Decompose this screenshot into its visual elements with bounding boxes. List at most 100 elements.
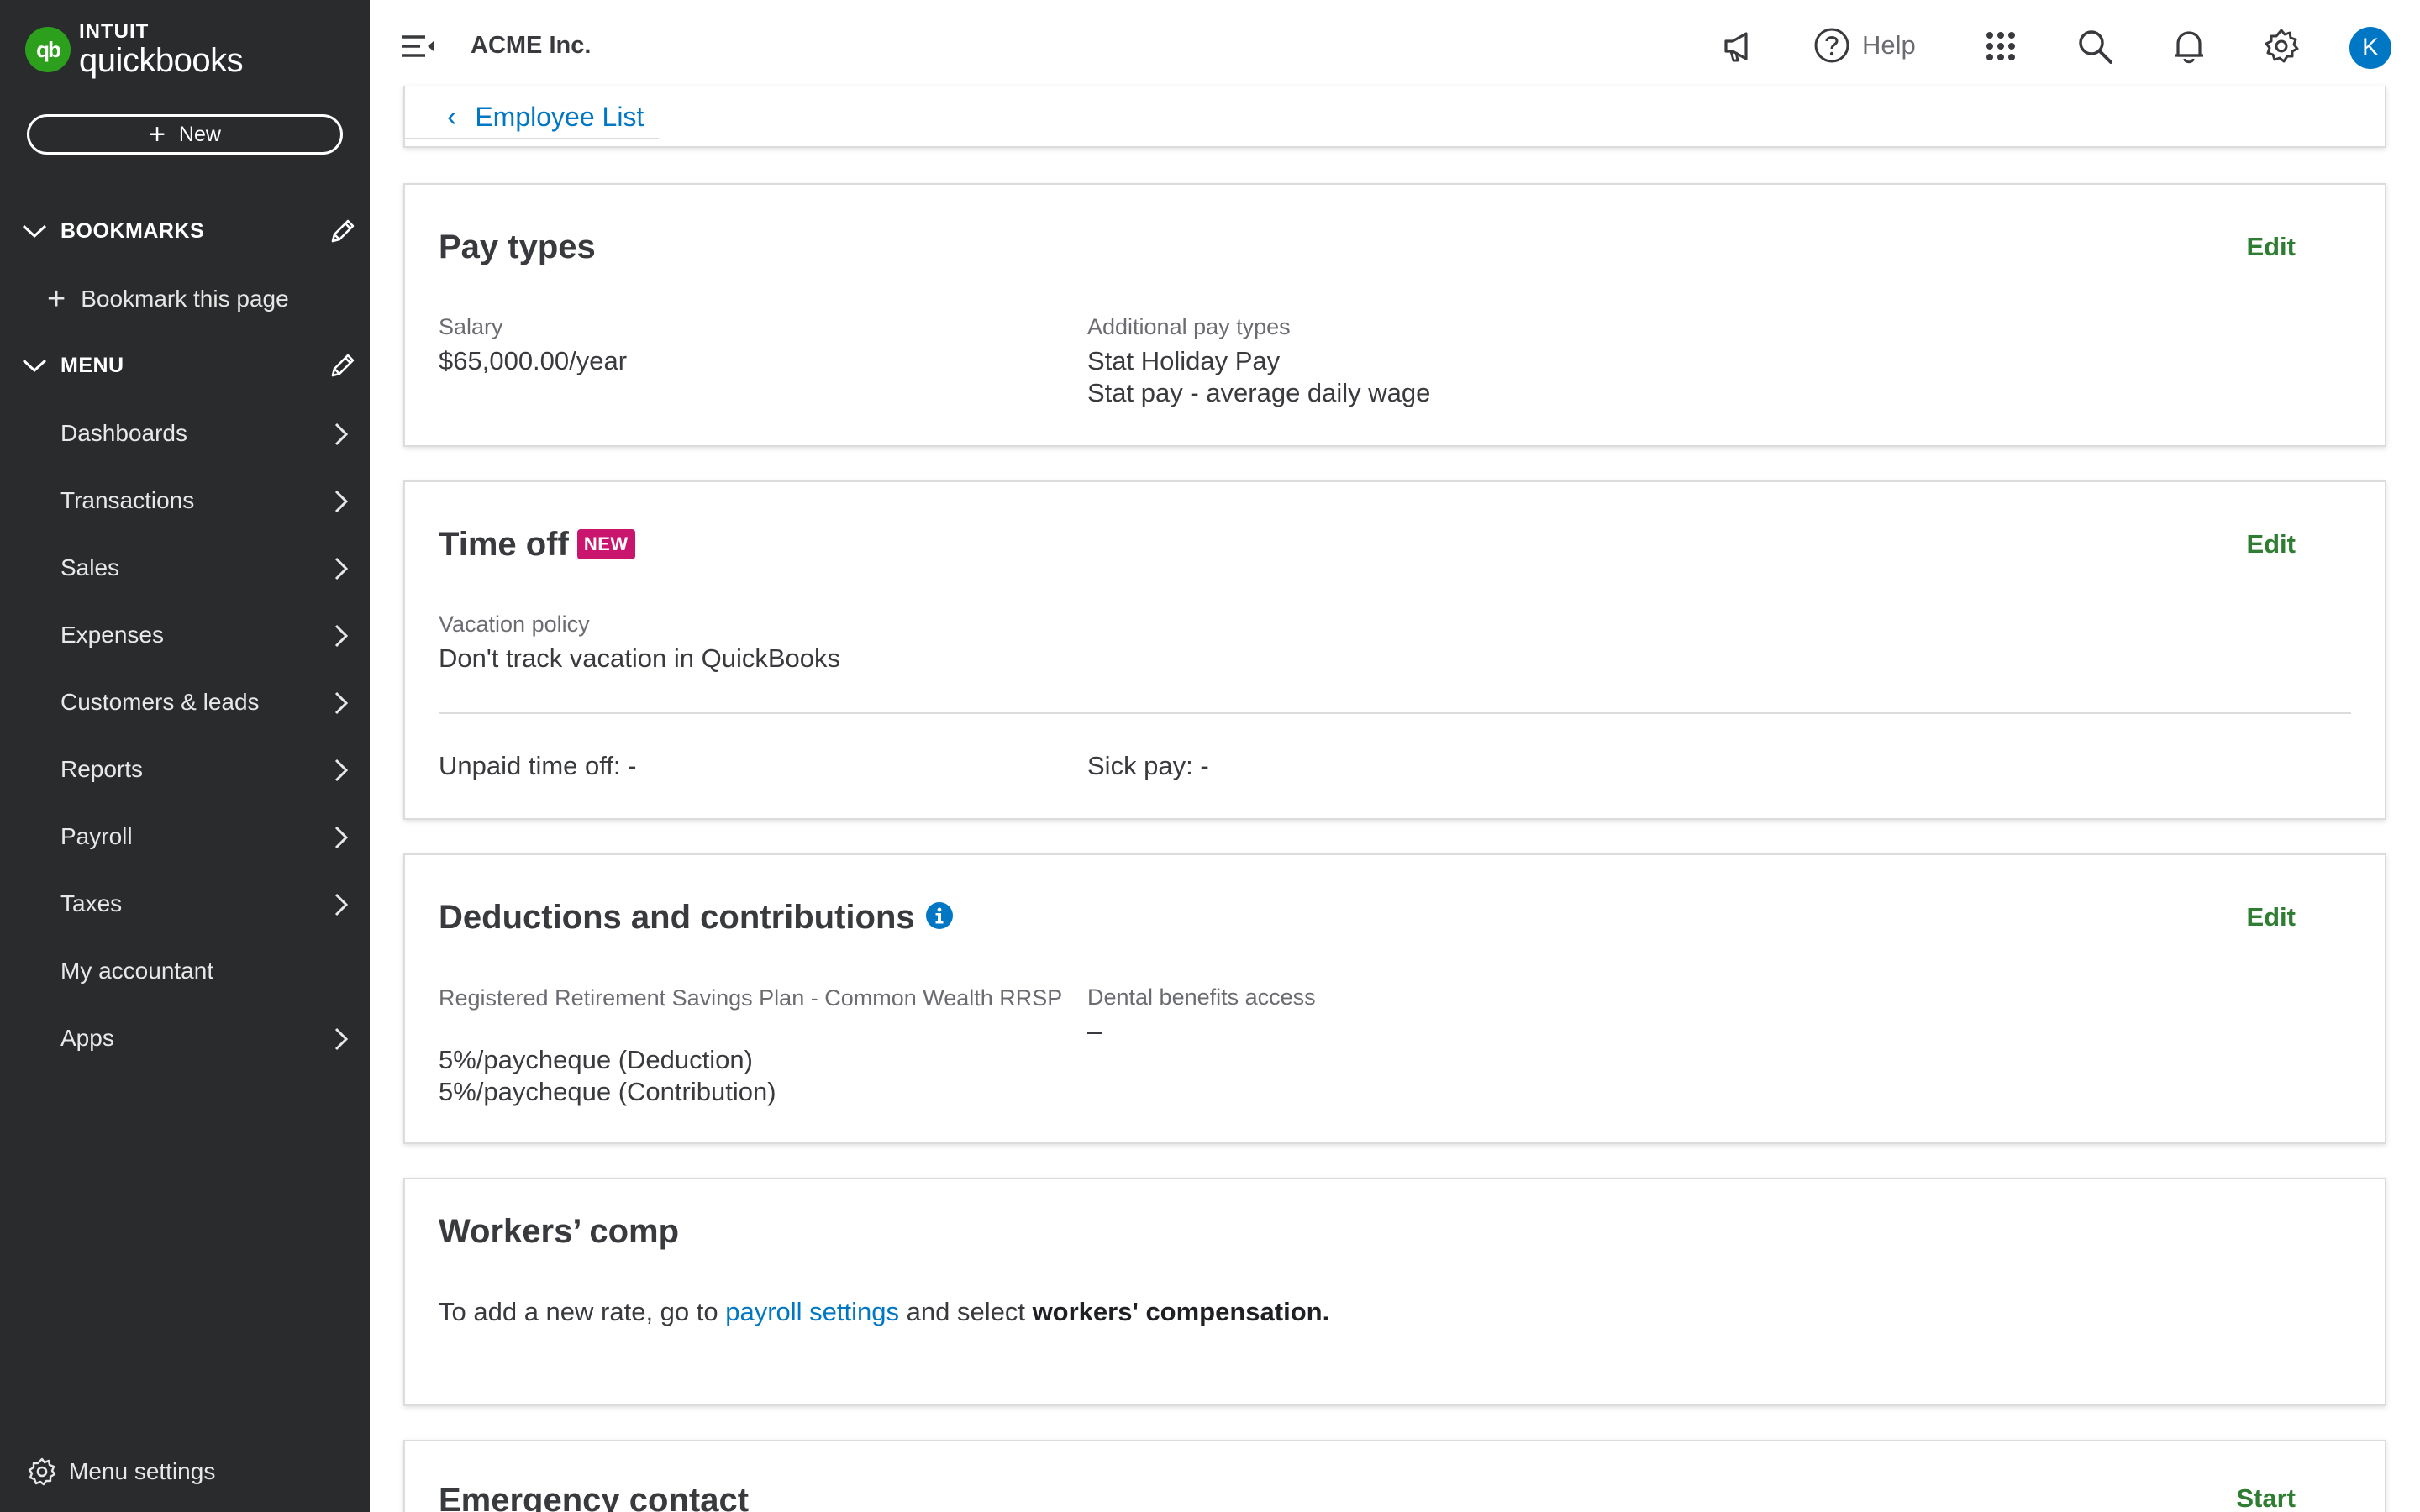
deductions-edit-link[interactable]: Edit: [2246, 902, 2296, 932]
workers-comp-title: Workers’ comp: [439, 1213, 680, 1250]
info-icon[interactable]: [925, 901, 954, 930]
new-button[interactable]: + New: [27, 114, 343, 155]
bookmarks-title: BOOKMARKS: [60, 218, 205, 243]
app-root: qb INTUIT quickbooks + New BOOKMARKS + B…: [0, 0, 2420, 1512]
time-off-card: Time off NEW Edit Vacation policy Don't t…: [403, 480, 2386, 820]
apps-grid-icon[interactable]: [1981, 27, 2020, 66]
sidebar-item-label: Customers & leads: [60, 689, 260, 715]
time-off-divider: [439, 712, 2351, 714]
chevron-right-icon: [334, 826, 349, 849]
new-badge: NEW: [576, 529, 635, 559]
help-icon: [1814, 28, 1849, 63]
sidebar-item-customers-leads[interactable]: Customers & leads: [0, 677, 370, 727]
sidebar: qb INTUIT quickbooks + New BOOKMARKS + B…: [0, 0, 370, 1512]
pay-types-title: Pay types: [439, 228, 596, 265]
sidebar-item-label: Transactions: [60, 487, 195, 513]
sidebar-item-reports[interactable]: Reports: [0, 744, 370, 795]
menu-title: MENU: [60, 353, 124, 377]
vacation-policy-value: Don't track vacation in QuickBooks: [439, 643, 841, 673]
plus-icon: +: [47, 281, 66, 317]
logo-wordmark: INTUIT quickbooks: [79, 20, 244, 78]
emergency-start-link[interactable]: Start: [2236, 1483, 2296, 1512]
sidebar-item-label: Sales: [60, 554, 120, 580]
breadcrumb-divider: [405, 138, 659, 139]
chevron-down-icon: [22, 359, 47, 373]
deductions-title-text: Deductions and contributions: [439, 899, 915, 936]
chevron-right-icon: [334, 423, 349, 446]
deductions-title: Deductions and contributions: [439, 899, 954, 937]
workers-comp-text-bold: workers' compensation.: [1032, 1297, 1330, 1326]
plus-icon: +: [149, 118, 166, 150]
rrsp-deduction: 5%/paycheque (Deduction): [439, 1045, 753, 1074]
pay-types-card: Pay types Edit Salary $65,000.00/year Ad…: [403, 183, 2386, 447]
chevron-right-icon: [334, 557, 349, 580]
sidebar-item-label: Expenses: [60, 622, 164, 648]
sidebar-item-label: Dashboards: [60, 420, 187, 446]
breadcrumb-employee-list[interactable]: Employee List: [475, 102, 644, 133]
new-button-label: New: [178, 122, 221, 146]
logo-intuit-text: INTUIT: [79, 20, 150, 43]
chevron-down-icon: [22, 224, 47, 239]
vacation-policy-label: Vacation policy: [439, 612, 590, 637]
sidebar-item-transactions[interactable]: Transactions: [0, 475, 370, 526]
menu-settings-button[interactable]: Menu settings: [27, 1457, 215, 1487]
menu-header[interactable]: MENU: [20, 347, 356, 384]
qb-logo-icon: qb: [25, 27, 71, 72]
search-icon[interactable]: [2075, 27, 2114, 66]
gear-icon: [28, 1457, 56, 1486]
quickbooks-logo[interactable]: qb INTUIT quickbooks: [25, 20, 244, 78]
help-label: Help: [1862, 30, 1916, 60]
chevron-right-icon: [334, 759, 349, 782]
time-off-title: Time off NEW: [439, 526, 635, 564]
top-bar: ACME Inc. Help K: [370, 0, 2420, 94]
gear-icon[interactable]: [2262, 27, 2301, 66]
sidebar-item-label: Taxes: [60, 890, 123, 916]
emergency-contact-card: Emergency contact Start: [403, 1440, 2386, 1512]
help-button[interactable]: Help: [1813, 27, 1916, 64]
bell-icon[interactable]: [2170, 27, 2208, 66]
additional-pay-types-label: Additional pay types: [1087, 314, 1291, 339]
sidebar-item-my-accountant[interactable]: My accountant: [0, 946, 370, 996]
chevron-right-icon: [334, 691, 349, 715]
bookmark-add-label: Bookmark this page: [81, 286, 289, 312]
workers-comp-text: To add a new rate, go to payroll setting…: [439, 1297, 1329, 1327]
chevron-left-icon: ‹: [447, 100, 457, 133]
chevron-right-icon: [334, 624, 349, 648]
chevron-right-icon: [334, 893, 349, 916]
sidebar-item-taxes[interactable]: Taxes: [0, 879, 370, 929]
time-off-title-text: Time off: [439, 526, 569, 563]
bookmarks-header[interactable]: BOOKMARKS: [20, 213, 356, 249]
sidebar-item-dashboards[interactable]: Dashboards: [0, 408, 370, 459]
menu-settings-label: Menu settings: [69, 1458, 216, 1484]
payroll-settings-link[interactable]: payroll settings: [725, 1297, 899, 1326]
menu-collapse-icon[interactable]: [400, 32, 435, 60]
sidebar-item-label: Payroll: [60, 823, 133, 849]
chevron-right-icon: [334, 490, 349, 513]
chevron-right-icon: [334, 1027, 349, 1051]
sidebar-item-label: My accountant: [60, 958, 214, 984]
company-name[interactable]: ACME Inc.: [471, 32, 591, 60]
sidebar-item-expenses[interactable]: Expenses: [0, 610, 370, 660]
workers-comp-card: Workers’ comp To add a new rate, go to p…: [403, 1178, 2386, 1406]
pencil-icon[interactable]: [328, 352, 356, 381]
sidebar-item-label: Apps: [60, 1025, 114, 1051]
salary-value: $65,000.00/year: [439, 346, 628, 375]
user-avatar[interactable]: K: [2349, 27, 2391, 69]
pay-types-edit-link[interactable]: Edit: [2246, 232, 2296, 262]
workers-comp-text-before: To add a new rate, go to: [439, 1297, 726, 1326]
main-content: ‹ Employee List Pay types Edit Salary $6…: [370, 86, 2420, 1512]
dental-benefits-label: Dental benefits access: [1087, 984, 1316, 1010]
sidebar-item-sales[interactable]: Sales: [0, 543, 370, 593]
rrsp-contribution: 5%/paycheque (Contribution): [439, 1077, 776, 1106]
rrsp-label: Registered Retirement Savings Plan - Com…: [439, 985, 1063, 1011]
sidebar-item-payroll[interactable]: Payroll: [0, 811, 370, 862]
emergency-contact-title: Emergency contact: [439, 1482, 750, 1512]
deductions-card: Deductions and contributions Edit Regist…: [403, 853, 2386, 1144]
workers-comp-text-middle: and select: [899, 1297, 1033, 1326]
bookmark-this-page[interactable]: + Bookmark this page: [47, 282, 289, 316]
pencil-icon[interactable]: [328, 218, 356, 246]
megaphone-icon[interactable]: [1719, 27, 1758, 66]
time-off-edit-link[interactable]: Edit: [2246, 529, 2296, 559]
sidebar-item-apps[interactable]: Apps: [0, 1013, 370, 1063]
additional-pay-type: Stat Holiday Pay: [1087, 346, 1281, 375]
